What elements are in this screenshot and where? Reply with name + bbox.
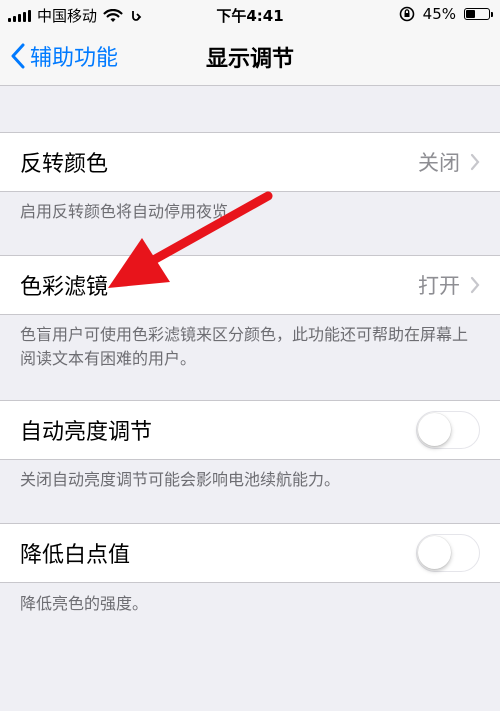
status-right: 45% bbox=[399, 5, 493, 23]
status-bar: 中国移动 下午4:41 45% bbox=[0, 0, 500, 28]
color-filters-group: 色彩滤镜 打开 bbox=[0, 255, 500, 315]
invert-colors-label: 反转颜色 bbox=[20, 152, 109, 177]
toggle-knob bbox=[418, 413, 451, 446]
auto-brightness-footer: 关闭自动亮度调节可能会影响电池续航能力。 bbox=[20, 470, 341, 489]
battery-icon bbox=[464, 8, 493, 20]
chevron-right-icon bbox=[470, 276, 480, 294]
auto-brightness-toggle[interactable] bbox=[416, 411, 480, 449]
invert-colors-value: 关闭 bbox=[418, 151, 460, 175]
reduce-white-point-row: 降低白点值 bbox=[0, 524, 500, 582]
navigation-bar: 辅助功能 显示调节 bbox=[0, 28, 500, 86]
auto-brightness-group: 自动亮度调节 bbox=[0, 400, 500, 460]
chevron-left-icon bbox=[11, 43, 25, 69]
reduce-white-point-toggle[interactable] bbox=[416, 534, 480, 572]
orientation-lock-icon bbox=[399, 6, 414, 22]
color-filters-label: 色彩滤镜 bbox=[20, 275, 109, 300]
color-filters-detail: 打开 bbox=[418, 270, 480, 300]
reduce-white-point-label: 降低白点值 bbox=[20, 543, 131, 568]
back-button[interactable]: 辅助功能 bbox=[10, 40, 118, 72]
toggle-knob bbox=[418, 536, 451, 569]
color-filters-footer: 色盲用户可使用色彩滤镜来区分颜色，此功能还可帮助在屏幕上阅读文本有困难的用户。 bbox=[20, 325, 469, 368]
auto-brightness-label: 自动亮度调节 bbox=[20, 420, 153, 445]
invert-colors-footer: 启用反转颜色将自动停用夜览。 bbox=[20, 202, 245, 221]
back-label: 辅助功能 bbox=[30, 46, 119, 71]
reduce-white-point-footer: 降低亮色的强度。 bbox=[20, 594, 149, 613]
chevron-right-icon bbox=[470, 153, 480, 171]
invert-colors-group: 反转颜色 关闭 bbox=[0, 132, 500, 192]
color-filters-row[interactable]: 色彩滤镜 打开 bbox=[0, 256, 500, 314]
invert-colors-row[interactable]: 反转颜色 关闭 bbox=[0, 133, 500, 191]
auto-brightness-row: 自动亮度调节 bbox=[0, 401, 500, 459]
invert-colors-detail: 关闭 bbox=[418, 147, 480, 177]
reduce-white-point-group: 降低白点值 bbox=[0, 523, 500, 583]
battery-percent: 45% bbox=[422, 5, 456, 23]
color-filters-value: 打开 bbox=[418, 274, 460, 298]
